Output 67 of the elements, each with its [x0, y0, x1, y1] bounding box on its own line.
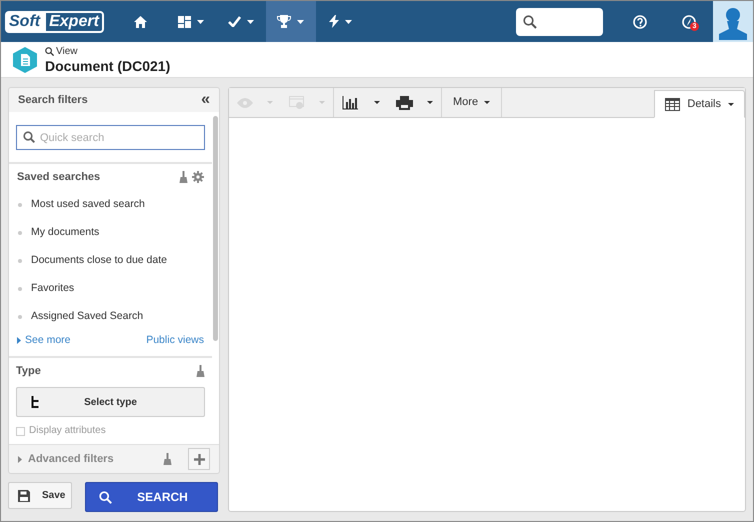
- select-type-button[interactable]: Select type: [16, 387, 205, 418]
- search-icon: [99, 490, 112, 504]
- view-mode-label: View: [56, 46, 78, 56]
- saved-search-link[interactable]: Documents close to due date: [17, 247, 204, 275]
- saved-search-link[interactable]: Most used saved search: [17, 191, 204, 219]
- user-silhouette-icon: [717, 6, 749, 42]
- compass-icon: [682, 14, 696, 28]
- saved-search-name: Most used saved search: [31, 197, 145, 212]
- check-icon: [228, 16, 241, 27]
- bullet-icon: [18, 259, 22, 263]
- bullet-icon: [18, 203, 22, 207]
- caret-icon: [484, 101, 490, 104]
- search-icon: [523, 14, 537, 28]
- table-icon: [665, 98, 680, 110]
- details-view-tab[interactable]: Details: [654, 90, 745, 118]
- floppy-disk-icon: [18, 490, 30, 502]
- bar-chart-icon: [342, 96, 358, 110]
- public-views-link[interactable]: Public views: [146, 333, 204, 349]
- window-eye-icon: [289, 96, 305, 110]
- nav-menu-button[interactable]: [266, 1, 316, 42]
- panel-title: Search filters: [18, 92, 88, 108]
- document-icon: [13, 46, 37, 72]
- scrollbar-thumb[interactable]: [213, 116, 218, 341]
- logo-text: Expert: [44, 10, 104, 32]
- settings-icon[interactable]: [192, 171, 204, 183]
- section-title: Type: [16, 364, 41, 379]
- saved-search-name: Assigned Saved Search: [31, 309, 144, 324]
- bolt-icon: [329, 15, 340, 28]
- caret-icon: [728, 102, 734, 106]
- saved-search-name: Documents close to due date: [31, 253, 167, 268]
- dashboard-icon: [178, 16, 191, 28]
- logo-text: Soft: [5, 10, 44, 32]
- page-title: Document (DC021): [45, 58, 170, 72]
- saved-search-name: Favorites: [31, 281, 74, 296]
- plus-icon: [194, 454, 204, 464]
- saved-search-link[interactable]: Assigned Saved Search: [17, 303, 204, 331]
- more-button[interactable]: More: [442, 88, 502, 117]
- triangle-icon: [18, 456, 22, 462]
- user-avatar[interactable]: [713, 1, 753, 42]
- broom-icon[interactable]: [179, 171, 188, 183]
- quick-search-field[interactable]: Quick search: [16, 125, 205, 150]
- broom-icon[interactable]: [163, 453, 172, 465]
- printer-icon: [396, 96, 413, 110]
- eye-icon: [237, 98, 253, 108]
- save-button[interactable]: Save: [8, 482, 72, 509]
- section-title: Saved searches: [17, 170, 100, 185]
- help-icon: [633, 14, 647, 28]
- collapse-button[interactable]: «: [201, 92, 210, 108]
- bullet-icon: [18, 231, 22, 235]
- saved-search-link[interactable]: Favorites: [17, 275, 204, 303]
- search-icon: [23, 131, 35, 143]
- search-icon: [45, 47, 54, 56]
- bullet-icon: [18, 315, 22, 319]
- search-field[interactable]: [516, 8, 603, 36]
- tree-icon: [31, 396, 40, 408]
- logo[interactable]: Soft Expert: [5, 1, 104, 42]
- see-more-link[interactable]: See more: [17, 333, 71, 349]
- add-filter-button[interactable]: [188, 448, 210, 470]
- search-button[interactable]: SEARCH: [85, 482, 218, 512]
- home-icon: [134, 16, 148, 28]
- saved-search-link[interactable]: My documents: [17, 219, 204, 247]
- broom-icon[interactable]: [196, 365, 205, 377]
- bullet-icon: [18, 287, 22, 291]
- triangle-icon: [17, 337, 21, 344]
- checkbox-label: Display attributes: [29, 426, 106, 436]
- trophy-icon: [277, 15, 292, 28]
- saved-search-name: My documents: [31, 225, 100, 240]
